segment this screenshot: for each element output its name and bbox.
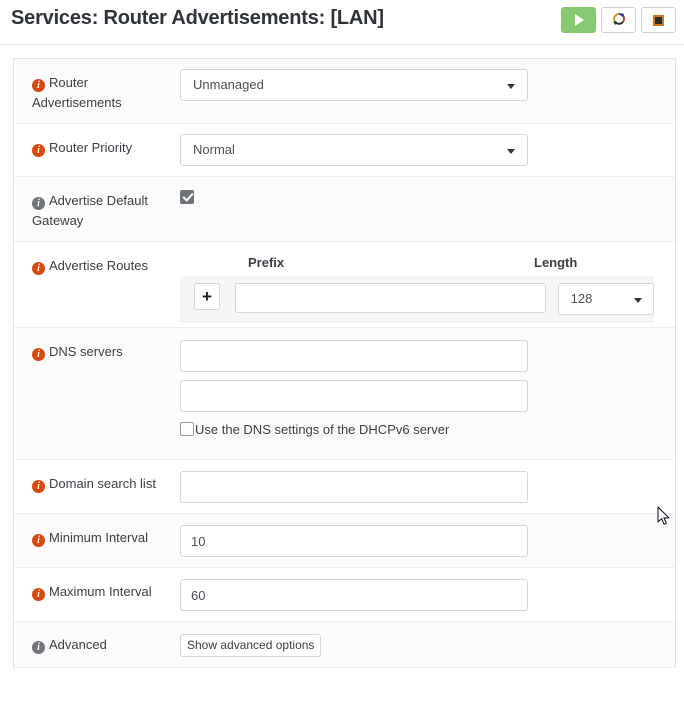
info-icon[interactable]: i bbox=[32, 348, 45, 361]
label-router-priority: i Router Priority bbox=[14, 124, 180, 176]
route-length-value: 128 bbox=[570, 291, 593, 306]
route-length-select[interactable]: 128 bbox=[557, 283, 654, 315]
domain-search-list-input[interactable] bbox=[180, 471, 528, 503]
info-icon[interactable]: i bbox=[32, 197, 45, 210]
header-actions bbox=[561, 7, 676, 33]
use-dhcpv6-dns-checkbox[interactable] bbox=[180, 422, 194, 436]
refresh-icon bbox=[612, 12, 626, 29]
label-minimum-interval: i Minimum Interval bbox=[14, 514, 180, 567]
restart-service-button[interactable] bbox=[601, 7, 636, 33]
routes-table-header: Prefix Length bbox=[180, 255, 675, 270]
label-advertise-default-gateway: i Advertise Default Gateway bbox=[32, 193, 148, 228]
chevron-down-icon bbox=[634, 298, 642, 303]
start-service-button[interactable] bbox=[561, 7, 596, 33]
row-router-advertisements: i Router Advertisements Unmanaged bbox=[14, 59, 675, 124]
label-advertise-routes: i Advertise Routes bbox=[14, 242, 180, 327]
page-title: Services: Router Advertisements: [LAN] bbox=[11, 7, 384, 29]
minimum-interval-input[interactable] bbox=[180, 525, 528, 557]
row-advertise-default-gateway: i Advertise Default Gateway bbox=[14, 177, 675, 242]
column-header-prefix: Prefix bbox=[248, 255, 285, 270]
chevron-down-icon bbox=[507, 149, 515, 154]
label-advanced: i Advanced bbox=[14, 622, 180, 667]
row-dns-servers: i DNS servers Use the DNS settings of the… bbox=[14, 328, 675, 460]
stop-icon bbox=[653, 14, 664, 26]
settings-panel: i Router Advertisements Unmanaged i Router… bbox=[13, 58, 676, 668]
dhcpv6-dns-option: Use the DNS settings of the DHCPv6 serve… bbox=[180, 420, 675, 437]
show-advanced-options-button[interactable]: Show advanced options bbox=[180, 634, 322, 657]
play-icon bbox=[575, 14, 584, 26]
add-route-button[interactable]: + bbox=[194, 283, 220, 310]
use-dhcpv6-dns-label: Use the DNS settings of the DHCPv6 serve… bbox=[195, 422, 450, 437]
route-prefix-input[interactable] bbox=[234, 283, 546, 313]
row-domain-search-list: i Domain search list bbox=[14, 460, 675, 514]
label-domain-search-list: i Domain search list bbox=[14, 460, 180, 513]
info-icon[interactable]: i bbox=[32, 588, 45, 601]
page-header: Services: Router Advertisements: [LAN] bbox=[0, 0, 684, 45]
row-maximum-interval: i Maximum Interval bbox=[14, 568, 675, 622]
row-advertise-routes: i Advertise Routes Prefix Length + 128 bbox=[14, 242, 675, 328]
stop-service-button[interactable] bbox=[641, 7, 676, 33]
router-priority-select[interactable]: Normal bbox=[180, 134, 528, 166]
label-router-advertisements: i Router Advertisements bbox=[32, 75, 122, 110]
column-header-length: Length bbox=[534, 255, 578, 270]
info-icon[interactable]: i bbox=[32, 79, 45, 92]
dns-server-2-input[interactable] bbox=[180, 380, 528, 412]
row-advanced: i Advanced Show advanced options bbox=[14, 622, 675, 668]
routes-table-row: + 128 bbox=[180, 276, 654, 323]
info-icon[interactable]: i bbox=[32, 480, 45, 493]
label-maximum-interval: i Maximum Interval bbox=[14, 568, 180, 621]
info-icon[interactable]: i bbox=[32, 262, 45, 275]
maximum-interval-input[interactable] bbox=[180, 579, 528, 611]
chevron-down-icon bbox=[507, 84, 515, 89]
info-icon[interactable]: i bbox=[32, 144, 45, 157]
router-advertisements-value: Unmanaged bbox=[193, 77, 264, 92]
label-dns-servers: i DNS servers bbox=[14, 328, 180, 459]
row-router-priority: i Router Priority Normal bbox=[14, 124, 675, 177]
row-minimum-interval: i Minimum Interval bbox=[14, 514, 675, 568]
dns-server-1-input[interactable] bbox=[180, 340, 528, 372]
router-advertisements-select[interactable]: Unmanaged bbox=[180, 69, 528, 101]
router-priority-value: Normal bbox=[193, 142, 235, 157]
info-icon[interactable]: i bbox=[32, 534, 45, 547]
info-icon[interactable]: i bbox=[32, 641, 45, 654]
advertise-default-gateway-checkbox[interactable] bbox=[180, 190, 194, 204]
